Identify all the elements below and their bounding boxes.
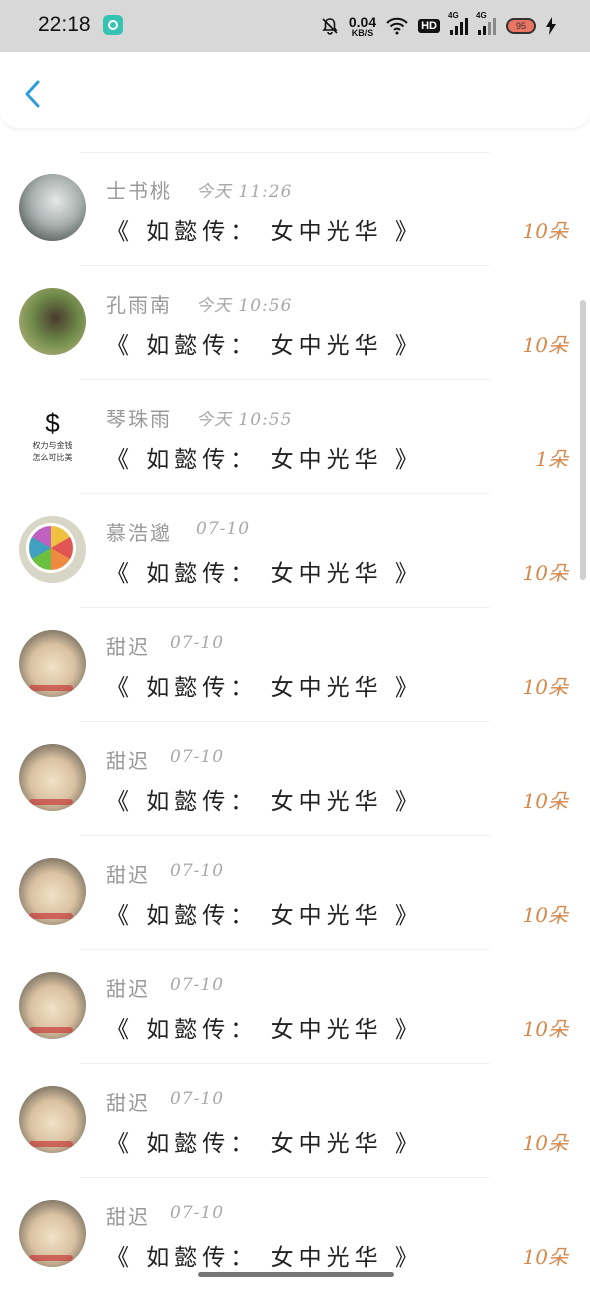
avatar[interactable] bbox=[19, 630, 86, 697]
flower-count: 10朵 bbox=[522, 1131, 568, 1155]
flower-count: 1朵 bbox=[535, 447, 568, 471]
work-title: 《 如懿传： 女中光华 》 bbox=[106, 1131, 423, 1157]
net-speed: 0.04 KB/S bbox=[348, 13, 377, 38]
flower-count: 10朵 bbox=[522, 219, 568, 243]
chevron-left-icon bbox=[25, 80, 40, 108]
timestamp: 今天 10:55 bbox=[196, 410, 293, 430]
list-item[interactable]: 甜迟 07-10 《 如懿传： 女中光华 》 10朵 bbox=[0, 1064, 590, 1178]
timestamp: 07-10 bbox=[170, 1089, 225, 1109]
user-name: 士书桃 bbox=[106, 179, 172, 203]
user-name: 孔雨南 bbox=[106, 293, 172, 317]
battery-icon: 95 bbox=[506, 18, 536, 34]
gift-record-list: 士书桃 今天 11:26 《 如懿传： 女中光华 》 10朵 孔雨南 今天 10… bbox=[0, 152, 590, 1292]
user-name: 甜迟 bbox=[106, 635, 150, 659]
timestamp: 今天 10:56 bbox=[196, 296, 293, 316]
user-name: 慕浩邈 bbox=[106, 521, 172, 545]
avatar-caption: 权力与金钱 bbox=[32, 441, 73, 450]
flower-count: 10朵 bbox=[522, 675, 568, 699]
timestamp: 07-10 bbox=[170, 747, 225, 767]
top-nav-bar bbox=[0, 52, 590, 128]
mute-bell-icon bbox=[322, 18, 338, 35]
list-item[interactable]: 慕浩邈 07-10 《 如懿传： 女中光华 》 10朵 bbox=[0, 494, 590, 608]
timestamp: 07-10 bbox=[196, 519, 251, 539]
status-bar: 22:18 0.04 KB/S HD 4G 4G 95 bbox=[0, 0, 590, 52]
list-item[interactable]: 甜迟 07-10 《 如懿传： 女中光华 》 10朵 bbox=[0, 608, 590, 722]
timestamp: 07-10 bbox=[170, 1203, 225, 1223]
list-item[interactable]: 甜迟 07-10 《 如懿传： 女中光华 》 10朵 bbox=[0, 836, 590, 950]
flower-count: 10朵 bbox=[522, 903, 568, 927]
flower-count: 10朵 bbox=[522, 561, 568, 585]
dollar-icon: $ bbox=[45, 408, 60, 438]
avatar-caption: 怎么可比美 bbox=[32, 453, 73, 462]
timestamp: 07-10 bbox=[170, 633, 225, 653]
list-item[interactable]: 甜迟 07-10 《 如懿传： 女中光华 》 10朵 bbox=[0, 950, 590, 1064]
work-title: 《 如懿传： 女中光华 》 bbox=[106, 333, 423, 359]
work-title: 《 如懿传： 女中光华 》 bbox=[106, 447, 423, 473]
user-name: 甜迟 bbox=[106, 749, 150, 773]
work-title: 《 如懿传： 女中光华 》 bbox=[106, 561, 423, 587]
avatar[interactable] bbox=[19, 1200, 86, 1267]
flower-count: 10朵 bbox=[522, 333, 568, 357]
work-title: 《 如懿传： 女中光华 》 bbox=[106, 789, 423, 815]
back-button[interactable] bbox=[14, 72, 54, 112]
user-name: 甜迟 bbox=[106, 1091, 150, 1115]
wifi-icon bbox=[386, 17, 408, 35]
work-title: 《 如懿传： 女中光华 》 bbox=[106, 1017, 423, 1043]
hd-badge: HD bbox=[418, 19, 440, 33]
status-indicators: 0.04 KB/S HD 4G 4G 95 bbox=[321, 11, 556, 40]
flower-count: 10朵 bbox=[522, 1017, 568, 1041]
avatar[interactable] bbox=[19, 516, 86, 583]
work-title: 《 如懿传： 女中光华 》 bbox=[106, 219, 423, 245]
signal-icon-2: 4G bbox=[476, 11, 496, 35]
avatar[interactable] bbox=[19, 858, 86, 925]
avatar[interactable] bbox=[19, 744, 86, 811]
home-indicator[interactable] bbox=[198, 1272, 394, 1277]
flower-count: 10朵 bbox=[522, 789, 568, 813]
work-title: 《 如懿传： 女中光华 》 bbox=[106, 903, 423, 929]
list-item[interactable]: $ 权力与金钱 怎么可比美 琴珠雨 今天 10:55 《 如懿传： 女中光华 》… bbox=[0, 380, 590, 494]
flower-count: 10朵 bbox=[522, 1245, 568, 1269]
signal-icon: 4G bbox=[448, 11, 468, 35]
user-name: 甜迟 bbox=[106, 977, 150, 1001]
list-item[interactable]: 士书桃 今天 11:26 《 如懿传： 女中光华 》 10朵 bbox=[0, 152, 590, 266]
work-title: 《 如懿传： 女中光华 》 bbox=[106, 1245, 423, 1271]
avatar[interactable] bbox=[19, 972, 86, 1039]
chat-app-icon bbox=[103, 15, 123, 35]
user-name: 琴珠雨 bbox=[106, 407, 172, 431]
citrus-slice-icon bbox=[26, 523, 76, 573]
work-title: 《 如懿传： 女中光华 》 bbox=[106, 675, 423, 701]
avatar[interactable] bbox=[19, 1086, 86, 1153]
timestamp: 07-10 bbox=[170, 975, 225, 995]
timestamp: 今天 11:26 bbox=[196, 182, 293, 202]
user-name: 甜迟 bbox=[106, 863, 150, 887]
charging-bolt-icon bbox=[546, 17, 556, 35]
avatar[interactable] bbox=[19, 174, 86, 241]
list-item[interactable]: 甜迟 07-10 《 如懿传： 女中光华 》 10朵 bbox=[0, 722, 590, 836]
avatar[interactable]: $ 权力与金钱 怎么可比美 bbox=[19, 402, 86, 469]
user-name: 甜迟 bbox=[106, 1205, 150, 1229]
avatar[interactable] bbox=[19, 288, 86, 355]
scrollbar[interactable] bbox=[580, 300, 586, 580]
timestamp: 07-10 bbox=[170, 861, 225, 881]
list-item[interactable]: 孔雨南 今天 10:56 《 如懿传： 女中光华 》 10朵 bbox=[0, 266, 590, 380]
status-time: 22:18 bbox=[38, 13, 91, 36]
